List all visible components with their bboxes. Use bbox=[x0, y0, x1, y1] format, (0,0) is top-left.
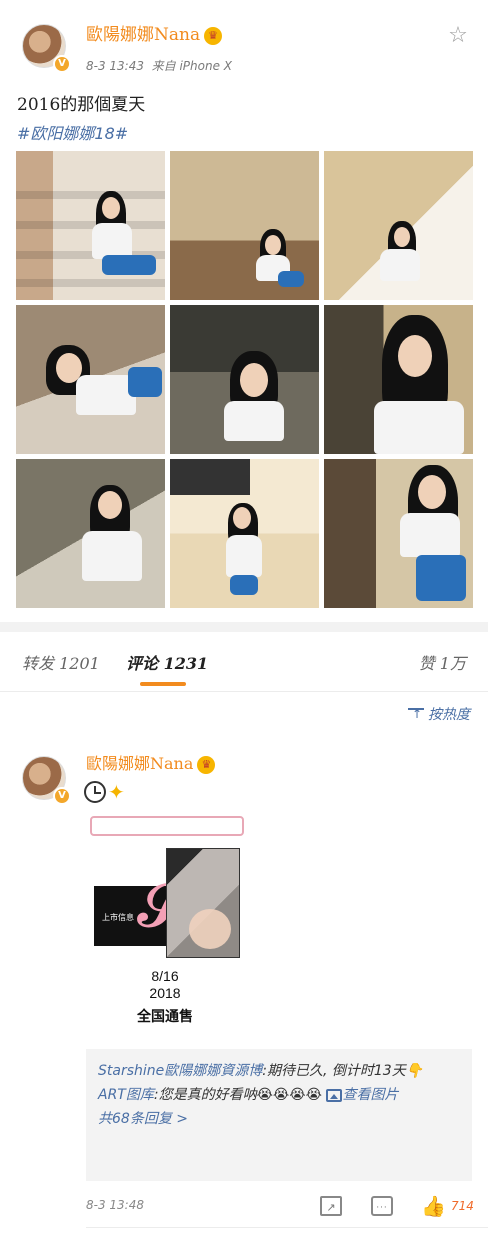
promo-year: 2018 bbox=[149, 985, 181, 1001]
photo-6[interactable] bbox=[324, 305, 473, 454]
album-cover bbox=[166, 848, 240, 958]
verified-badge-icon: V bbox=[53, 55, 71, 73]
crown-icon: ♛ bbox=[197, 755, 216, 774]
promo-banner bbox=[90, 816, 244, 836]
share-icon[interactable]: ↗ bbox=[320, 1196, 342, 1216]
photo-4[interactable] bbox=[16, 305, 165, 454]
tab-comments[interactable]: 评论 1231 bbox=[126, 650, 208, 674]
tab-repost[interactable]: 转发 1201 bbox=[22, 650, 100, 674]
clock-icon bbox=[84, 780, 106, 803]
image-icon bbox=[326, 1088, 343, 1102]
comment-image[interactable]: 上市信息 𝒮 8/16 2018 全国通售 bbox=[90, 816, 250, 1032]
promo-date: 8/16 bbox=[151, 968, 179, 984]
photo-5[interactable] bbox=[170, 305, 319, 454]
comment-username[interactable]: 歐陽娜娜Nana ♛ bbox=[86, 750, 216, 774]
reply-text: :您是真的好看呐😭😭😭😭 bbox=[153, 1087, 323, 1103]
view-image-link[interactable]: 查看图片 bbox=[342, 1087, 398, 1103]
photo-1[interactable] bbox=[16, 151, 165, 300]
verified-badge-icon: V bbox=[53, 787, 71, 805]
photo-2[interactable] bbox=[170, 151, 319, 300]
avatar[interactable]: V bbox=[22, 24, 71, 73]
favorite-star-icon[interactable]: ☆ bbox=[446, 24, 470, 48]
section-divider bbox=[0, 622, 488, 632]
comment-emoji-line: ✦ bbox=[84, 778, 125, 804]
post-username[interactable]: 歐陽娜娜Nana ♛ bbox=[86, 20, 223, 45]
sparkle-icon: ✦ bbox=[108, 779, 125, 804]
promo-sale: 全国通售 bbox=[137, 1009, 193, 1025]
reply-preview[interactable]: Starshine歐陽娜娜資源博:期待已久, 倒计时13天👇 ART图库:您是真… bbox=[86, 1049, 472, 1181]
photo-9[interactable] bbox=[324, 459, 473, 608]
reply-item: Starshine歐陽娜娜資源博:期待已久, 倒计时13天👇 bbox=[98, 1059, 460, 1083]
post-hashtag[interactable]: #欧阳娜娜18# bbox=[17, 120, 128, 144]
reply-text: :期待已久, 倒计时13天👇 bbox=[262, 1063, 424, 1079]
photo-8[interactable] bbox=[170, 459, 319, 608]
comment-avatar[interactable]: V bbox=[22, 756, 71, 805]
post-tabs: 转发 1201 评论 1231 赞 1万 bbox=[0, 632, 488, 692]
post-meta: 8-3 13:43 来自 iPhone X bbox=[86, 57, 232, 74]
photo-3[interactable] bbox=[324, 151, 473, 300]
photo-grid bbox=[16, 151, 473, 608]
photo-7[interactable] bbox=[16, 459, 165, 608]
comment-username-text: 歐陽娜娜Nana bbox=[86, 754, 194, 773]
divider bbox=[86, 1227, 488, 1228]
reply-username[interactable]: Starshine歐陽娜娜資源博 bbox=[98, 1063, 262, 1079]
post-timestamp: 8-3 13:43 bbox=[86, 59, 144, 73]
comment-timestamp: 8-3 13:48 bbox=[86, 1198, 144, 1212]
post-source: 来自 iPhone X bbox=[151, 59, 232, 73]
username-text: 歐陽娜娜Nana bbox=[86, 25, 201, 45]
reply-username[interactable]: ART图库 bbox=[98, 1087, 154, 1103]
sort-label: 按热度 bbox=[428, 707, 470, 723]
like-icon[interactable]: 👍 bbox=[421, 1196, 446, 1216]
sort-by-hot-button[interactable]: 按热度 bbox=[408, 704, 470, 724]
reply-item: ART图库:您是真的好看呐😭😭😭😭 查看图片 bbox=[98, 1083, 460, 1107]
sort-icon bbox=[408, 707, 424, 722]
reply-icon[interactable]: ··· bbox=[371, 1196, 393, 1216]
crown-icon: ♛ bbox=[204, 26, 223, 45]
more-replies-link[interactable]: 共68条回复 > bbox=[98, 1107, 460, 1131]
active-tab-indicator bbox=[140, 682, 186, 686]
like-count: 714 bbox=[451, 1199, 474, 1213]
post-text: 2016的那個夏天 bbox=[17, 95, 146, 115]
promo-box-text: 上市信息 bbox=[102, 913, 134, 922]
tab-likes[interactable]: 赞 1万 bbox=[419, 650, 466, 674]
